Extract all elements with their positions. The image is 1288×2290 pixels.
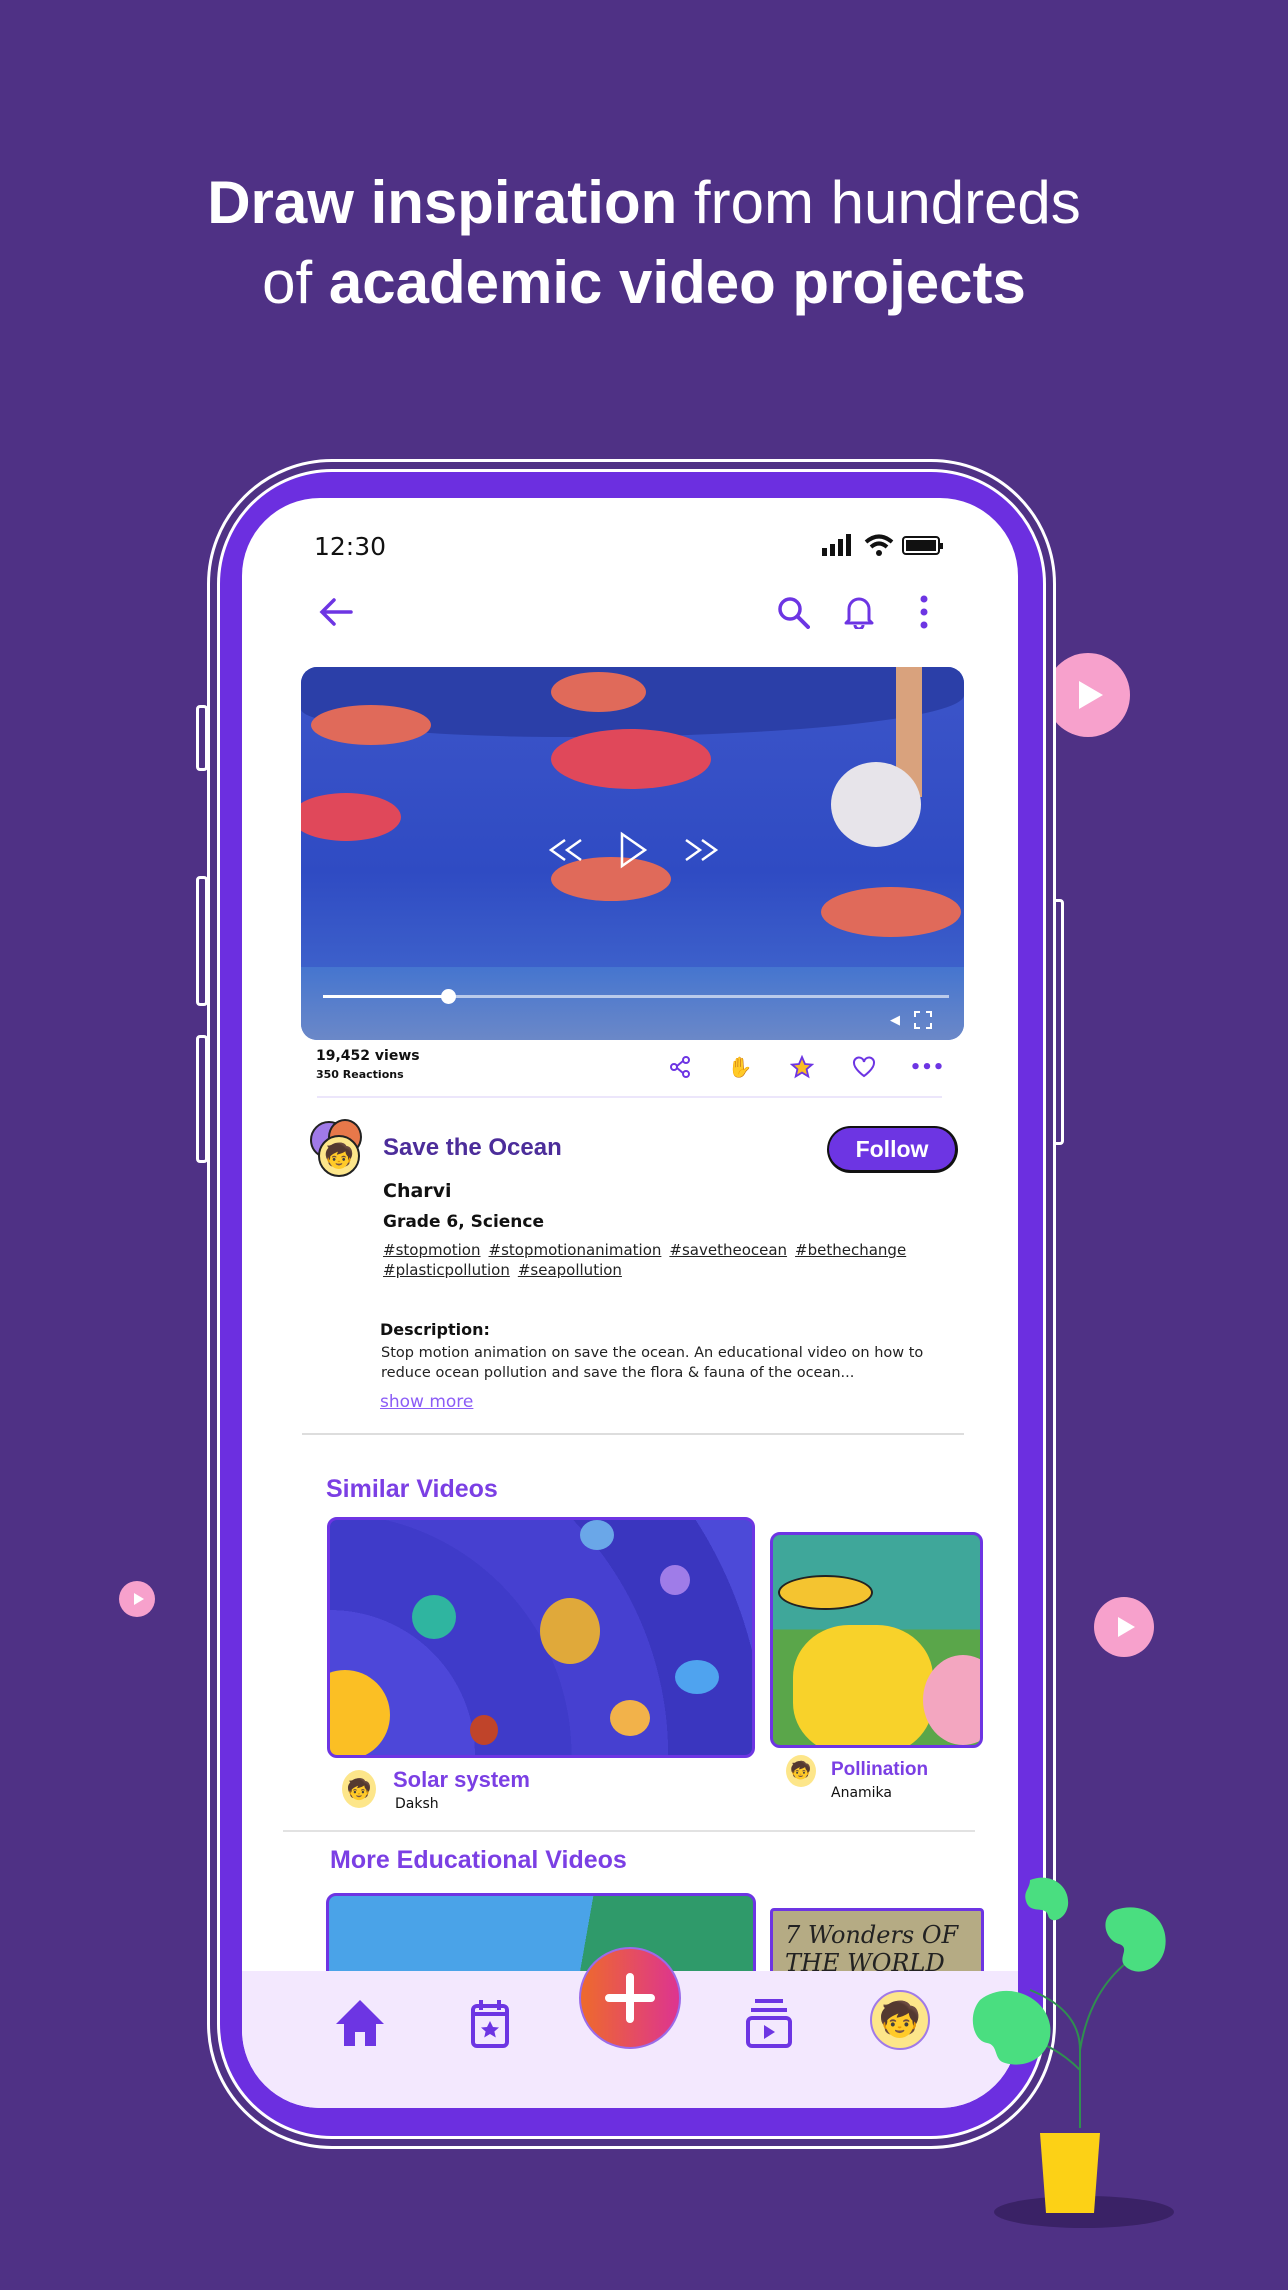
headline-rest-2: of [262, 249, 329, 316]
thumb-neptune [580, 1520, 614, 1550]
video-fish [551, 729, 711, 789]
video-library-icon[interactable] [739, 1993, 799, 2053]
video-progress-track[interactable] [323, 989, 949, 1004]
video-player[interactable]: ◀ [301, 667, 964, 1040]
thumb-earth [412, 1595, 456, 1639]
video-fish [551, 672, 646, 712]
views-count: 19,452 views [316, 1048, 420, 1064]
thumb-sun [330, 1670, 390, 1755]
creator-avatar-group[interactable]: 🧒 [310, 1119, 368, 1179]
hashtags: #stopmotion #stopmotionanimation #savetheo… [383, 1240, 943, 1280]
fast-forward-icon[interactable] [681, 835, 721, 865]
leaf [972, 1990, 1051, 2065]
thumb-mars [470, 1715, 498, 1745]
heart-icon[interactable] [851, 1054, 877, 1080]
hashtag-link[interactable]: #stopmotion [383, 1241, 481, 1259]
thumb-jupiter [540, 1598, 600, 1664]
thumb-planet [660, 1565, 690, 1595]
thumb-ufo [675, 1660, 719, 1694]
divider [283, 1830, 975, 1832]
reactions-count: 350 Reactions [316, 1068, 404, 1081]
thumb-bee [778, 1575, 873, 1610]
avatar[interactable]: 🧒 [342, 1770, 376, 1808]
headline-bold-2: academic video projects [328, 249, 1026, 316]
bell-icon[interactable] [841, 594, 877, 630]
video-fish [311, 705, 431, 745]
show-more-link[interactable]: show more [380, 1392, 473, 1412]
battery-icon [902, 536, 943, 555]
clap-icon[interactable]: ✋ [727, 1054, 753, 1080]
home-icon[interactable] [330, 1993, 390, 2053]
video-progress-fill [323, 995, 449, 998]
video-thumbnail-solar-system[interactable] [327, 1517, 755, 1758]
hashtag-link[interactable]: #plasticpollution [383, 1261, 510, 1279]
divider [317, 1096, 942, 1098]
video-fish [301, 793, 401, 841]
calendar-star-icon[interactable] [460, 1993, 520, 2053]
thumb-saturn [610, 1700, 650, 1736]
video-fish [821, 887, 961, 937]
description-text: Stop motion animation on save the ocean.… [381, 1345, 924, 1381]
profile-avatar[interactable]: 🧒 [870, 1990, 930, 2050]
more-videos-title: More Educational Videos [330, 1846, 627, 1874]
plant-decoration [972, 1877, 1174, 2228]
play-bubble-icon [119, 1581, 155, 1617]
status-icons [822, 534, 944, 556]
headline-bold-1: Draw inspiration [207, 169, 678, 236]
create-plus-button[interactable] [579, 1947, 681, 2049]
star-icon[interactable] [789, 1054, 815, 1080]
play-bubble-icon [1046, 653, 1130, 737]
video-thumbnail-pollination[interactable] [770, 1532, 983, 1748]
fullscreen-icon[interactable] [913, 1010, 933, 1030]
video-author: Anamika [831, 1785, 892, 1801]
similar-videos-title: Similar Videos [326, 1475, 498, 1503]
more-vertical-icon[interactable] [906, 594, 942, 630]
leaf [1025, 1877, 1069, 1921]
project-title: Save the Ocean [383, 1134, 562, 1161]
signal-icon [822, 534, 851, 556]
headline: Draw inspiration from hundreds of academ… [0, 163, 1288, 323]
leaf [1105, 1907, 1166, 1972]
thumb-flower [793, 1625, 933, 1745]
author-name: Charvi [383, 1180, 452, 1202]
video-title[interactable]: Pollination [831, 1759, 928, 1781]
plus-icon [605, 1973, 655, 2023]
rewind-icon[interactable] [546, 835, 586, 865]
hashtag-link[interactable]: #stopmotionanimation [489, 1241, 662, 1259]
hashtag-link[interactable]: #bethechange [795, 1241, 906, 1259]
description-label: Description: [380, 1320, 490, 1339]
headline-rest-1: from hundreds [677, 169, 1081, 236]
play-icon[interactable] [613, 829, 653, 871]
grade-subject: Grade 6, Science [383, 1212, 545, 1232]
arrow-left-icon[interactable] [318, 594, 354, 630]
avatar[interactable]: 🧒 [786, 1755, 816, 1787]
phone-screen: 12:30 ◀ 19,452 views 350 Reactions ✋ ••• [242, 498, 1018, 2108]
plant-pot [1040, 2133, 1100, 2213]
status-time: 12:30 [314, 532, 387, 561]
play-bubble-icon [1094, 1597, 1154, 1657]
video-author: Daksh [395, 1796, 439, 1812]
volume-icon[interactable]: ◀ [886, 1011, 904, 1029]
wifi-icon [864, 534, 894, 556]
bottom-nav: 🧒 [242, 1947, 1018, 2108]
hashtag-link[interactable]: #savetheocean [669, 1241, 787, 1259]
divider [302, 1433, 964, 1435]
share-icon[interactable] [667, 1054, 693, 1080]
video-title[interactable]: Solar system [393, 1767, 530, 1793]
more-horizontal-icon[interactable]: ••• [910, 1054, 945, 1080]
search-icon[interactable] [775, 594, 811, 630]
video-seabed [301, 967, 964, 1040]
hashtag-link[interactable]: #seapollution [518, 1261, 622, 1279]
follow-button[interactable]: Follow [827, 1126, 958, 1173]
video-plastic [831, 762, 921, 847]
